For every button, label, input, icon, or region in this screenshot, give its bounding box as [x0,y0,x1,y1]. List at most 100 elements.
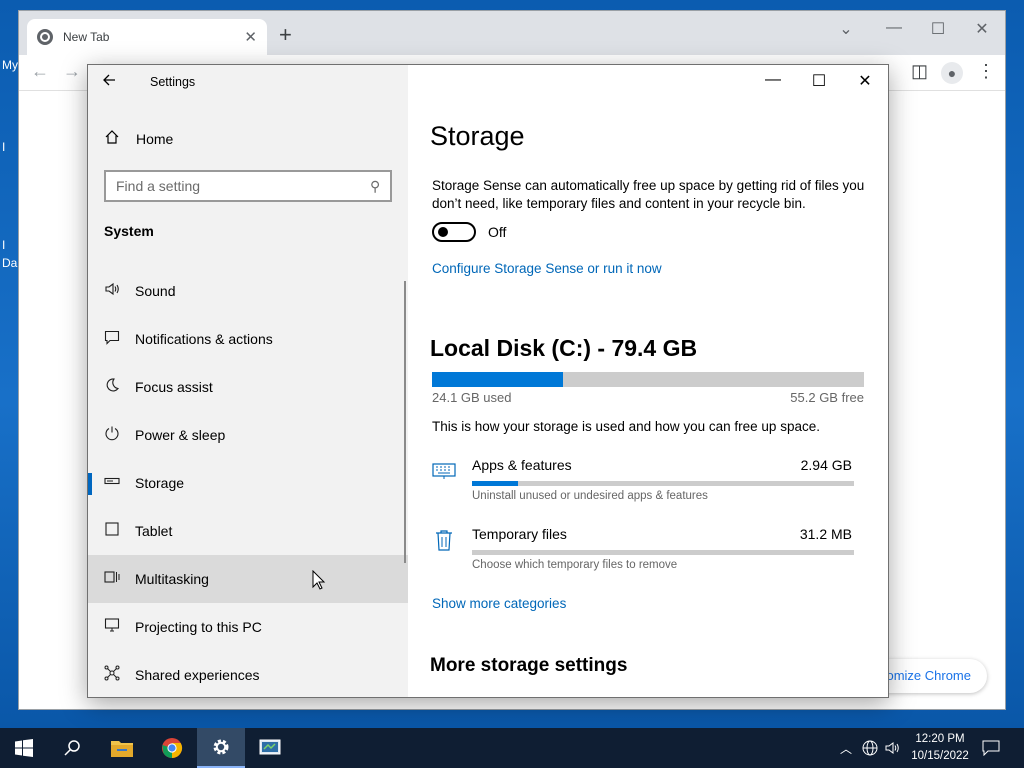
nav-item-label: Sound [135,283,176,299]
category-usage-bar [472,550,854,555]
nav-item-projecting[interactable]: Projecting to this PC [88,603,408,651]
new-tab-button[interactable]: + [279,23,292,47]
nav-item-label: Multitasking [135,571,209,587]
clock-time: 12:20 PM [915,733,965,745]
disk-title: Local Disk (C:) - 79.4 GB [430,335,698,361]
trash-icon [432,528,456,552]
nav-item-label: Tablet [135,523,173,539]
category-name: Temporary files [472,526,567,542]
nav-item-multitasking[interactable]: Multitasking [88,555,408,603]
search-icon[interactable]: ⚲ [370,178,380,195]
nav-item-shared-experiences[interactable]: Shared experiences [88,651,408,697]
keyboard-icon [432,459,456,483]
windows-logo-icon [15,739,33,757]
configure-storage-sense-link[interactable]: Configure Storage Sense or run it now [432,261,662,276]
chrome-taskbar-button[interactable] [148,728,196,768]
storage-sense-toggle-row: Off [432,222,506,242]
nav-item-sound[interactable]: Sound [88,267,408,315]
category-size: 2.94 GB [800,457,852,473]
nav-item-label: Power & sleep [135,427,226,443]
nav-item-label: Notifications & actions [135,331,273,347]
maximize-icon[interactable]: ☐ [923,19,953,39]
settings-taskbar-button[interactable] [197,728,245,768]
monitor-app-icon [259,739,281,755]
page-title: Storage [430,121,525,151]
desktop-icon-label[interactable]: I [2,140,5,154]
side-panel-icon[interactable]: ◫ [911,61,928,82]
nav-item-storage[interactable]: Storage [88,459,408,507]
profile-icon[interactable]: ● [941,62,963,84]
chevron-up-icon[interactable]: ︿ [840,740,852,757]
maximize-icon[interactable]: ☐ [796,71,842,91]
category-description: Choose which temporary files to remove [472,559,678,571]
settings-window: Settings Home Find a setting ⚲ System So… [87,64,889,698]
search-taskbar-button[interactable] [48,728,96,768]
category-apps-features[interactable]: Apps & features 2.94 GB Uninstall unused… [432,457,864,517]
clock-date: 10/15/2022 [911,750,969,762]
close-icon[interactable]: ✕ [842,71,888,91]
storage-sense-toggle[interactable] [432,222,476,242]
shared-experiences-icon [104,665,135,685]
chrome-icon [162,738,183,759]
nav-item-tablet[interactable]: Tablet [88,507,408,555]
desktop-icon-label[interactable]: My [2,58,18,72]
category-description: Uninstall unused or undesired apps & fea… [472,490,708,502]
folder-icon [111,741,133,757]
minimize-icon[interactable]: — [879,19,909,37]
home-nav-item[interactable]: Home [88,125,408,153]
tab-title: New Tab [63,30,110,44]
home-icon [104,129,136,150]
minimize-icon[interactable]: — [750,71,796,89]
close-icon[interactable]: ✕ [967,19,997,39]
tab-search-icon[interactable]: ⌄ [831,19,861,39]
storage-usage-description: This is how your storage is used and how… [432,419,820,434]
category-size: 31.2 MB [799,526,852,542]
more-storage-settings-heading: More storage settings [430,655,628,676]
tab-close-icon[interactable]: ✕ [244,28,257,46]
sidebar-scrollbar[interactable] [404,281,406,563]
nav-item-label: Projecting to this PC [135,619,262,635]
chrome-favicon-icon [37,29,53,45]
volume-icon[interactable] [884,740,900,759]
network-icon[interactable] [862,740,878,759]
chrome-tab[interactable]: New Tab ✕ [27,19,267,55]
notification-icon [104,329,135,349]
desktop-icon-label[interactable]: I [2,238,5,252]
back-arrow-icon[interactable] [102,71,124,92]
nav-item-label: Focus assist [135,379,213,395]
file-explorer-taskbar-button[interactable] [98,728,146,768]
storage-icon [104,473,135,493]
forward-icon[interactable]: → [63,61,81,82]
mouse-cursor-icon [312,570,326,590]
desktop: My I I Da New Tab ✕ + ⌄ — ☐ ✕ ← → ◫ ● ⋮ … [0,0,1024,728]
nav-list: Sound Notifications & actions Focus assi… [88,267,408,697]
menu-kebab-icon[interactable]: ⋮ [977,61,995,82]
disk-used-label: 24.1 GB used [432,390,512,405]
home-label: Home [136,131,174,147]
disk-usage-bar[interactable] [432,372,864,387]
nav-item-focus-assist[interactable]: Focus assist [88,363,408,411]
storage-sense-description: Storage Sense can automatically free up … [432,178,865,211]
app-taskbar-button[interactable] [246,728,294,768]
back-icon[interactable]: ← [31,61,49,82]
projecting-icon [104,617,135,637]
settings-content: — ☐ ✕ Storage Storage Sense can automati… [408,65,888,697]
window-title: Settings [150,75,196,89]
taskbar: ︿ 12:20 PM 10/15/2022 [0,728,1024,768]
search-icon [64,740,80,756]
taskbar-clock[interactable]: 12:20 PM 10/15/2022 [904,731,976,765]
chrome-tabstrip: New Tab ✕ + ⌄ — ☐ ✕ [19,11,1005,55]
tablet-icon [104,521,135,541]
category-usage-fill [472,481,518,486]
nav-item-power-sleep[interactable]: Power & sleep [88,411,408,459]
nav-item-notifications[interactable]: Notifications & actions [88,315,408,363]
desktop-icon-label[interactable]: Da [2,256,17,270]
start-button[interactable] [0,728,48,768]
show-more-categories-link[interactable]: Show more categories [432,596,566,611]
category-temporary-files[interactable]: Temporary files 31.2 MB Choose which tem… [432,526,864,586]
search-placeholder: Find a setting [116,178,201,194]
notifications-icon[interactable] [982,740,1000,759]
disk-free-label: 55.2 GB free [790,390,864,405]
nav-item-label: Shared experiences [135,667,260,683]
search-input[interactable]: Find a setting ⚲ [104,170,392,202]
